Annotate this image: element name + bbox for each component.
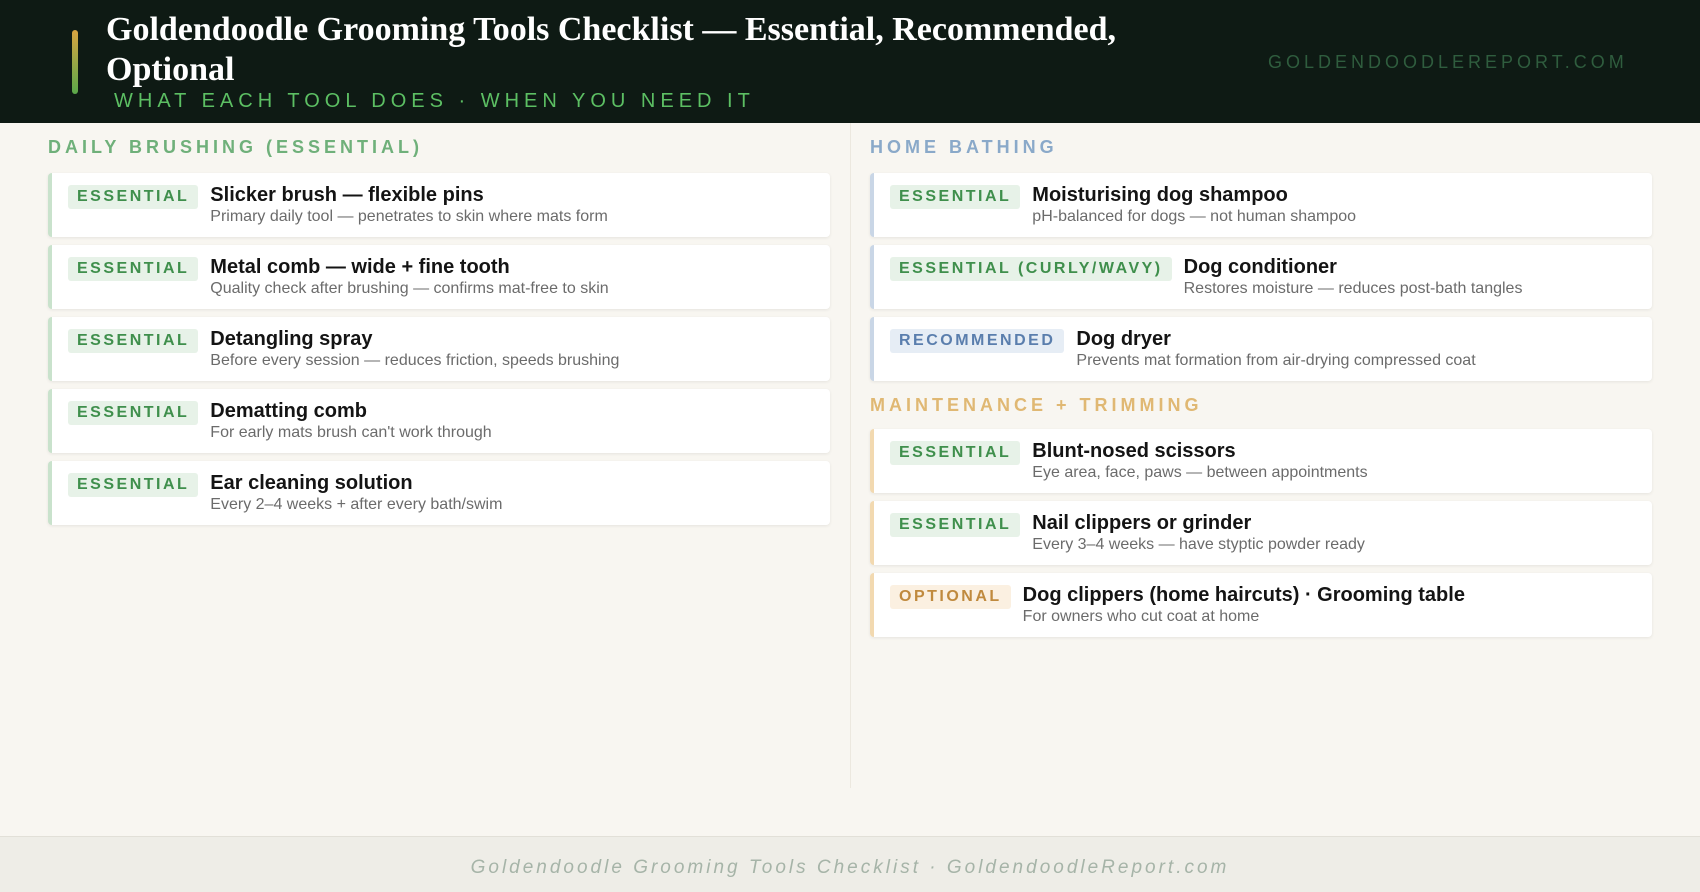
page-footer: Goldendoodle Grooming Tools Checklist · … <box>0 836 1700 892</box>
tool-description: Every 3–4 weeks — have styptic powder re… <box>1032 536 1365 553</box>
badge-essential: ESSENTIAL <box>68 473 199 497</box>
tool-name: Dog clippers (home haircuts) · Grooming … <box>1022 584 1465 606</box>
badge-essential: ESSENTIAL <box>890 185 1021 209</box>
section-title-maintenance-trimming: MAINTENANCE + TRIMMING <box>870 395 1203 415</box>
tool-name: Ear cleaning solution <box>210 472 413 494</box>
tool-description: For early mats brush can't work through <box>210 424 492 441</box>
tool-item-dog-dryer: RECOMMENDED Dog dryer Prevents mat forma… <box>870 317 1652 381</box>
page-subtitle: WHAT EACH TOOL DOES · WHEN YOU NEED IT <box>114 90 755 112</box>
section-title-daily-brushing: DAILY BRUSHING (ESSENTIAL) <box>48 137 424 157</box>
tool-description: Primary daily tool — penetrates to skin … <box>210 208 608 225</box>
tool-item-detangling-spray: ESSENTIAL Detangling spray Before every … <box>48 317 830 381</box>
tool-item-dematting-comb: ESSENTIAL Dematting comb For early mats … <box>48 389 830 453</box>
page-header: Goldendoodle Grooming Tools Checklist — … <box>0 0 1700 123</box>
tool-description: Quality check after brushing — confirms … <box>210 280 609 297</box>
tool-item-conditioner: ESSENTIAL (CURLY/WAVY) Dog conditioner R… <box>870 245 1652 309</box>
tool-name: Blunt-nosed scissors <box>1032 440 1236 462</box>
column-left: DAILY BRUSHING (ESSENTIAL) ESSENTIAL Sli… <box>48 123 830 533</box>
tool-name: Slicker brush — flexible pins <box>210 184 484 206</box>
tool-name: Detangling spray <box>210 328 373 350</box>
tool-description: Eye area, face, paws — between appointme… <box>1032 464 1368 481</box>
tool-name: Dog dryer <box>1076 328 1171 350</box>
badge-optional: OPTIONAL <box>890 585 1011 609</box>
column-right: HOME BATHING ESSENTIAL Moisturising dog … <box>870 123 1652 645</box>
badge-essential-curly-wavy: ESSENTIAL (CURLY/WAVY) <box>890 257 1172 281</box>
tool-description: pH-balanced for dogs — not human shampoo <box>1032 208 1357 225</box>
tool-description: Prevents mat formation from air-drying c… <box>1076 352 1476 369</box>
tool-item-metal-comb: ESSENTIAL Metal comb — wide + fine tooth… <box>48 245 830 309</box>
tool-name: Metal comb — wide + fine tooth <box>210 256 510 278</box>
tool-name: Dog conditioner <box>1183 256 1337 278</box>
tool-name: Dematting comb <box>210 400 367 422</box>
tool-item-ear-cleaning-solution: ESSENTIAL Ear cleaning solution Every 2–… <box>48 461 830 525</box>
badge-essential: ESSENTIAL <box>890 441 1021 465</box>
badge-essential: ESSENTIAL <box>68 257 199 281</box>
page-title: Goldendoodle Grooming Tools Checklist — … <box>106 11 1117 88</box>
tool-description: For owners who cut coat at home <box>1022 608 1260 625</box>
accent-bar <box>72 30 78 94</box>
tool-name: Moisturising dog shampoo <box>1032 184 1288 206</box>
badge-essential: ESSENTIAL <box>68 185 199 209</box>
tool-item-scissors: ESSENTIAL Blunt-nosed scissors Eye area,… <box>870 429 1652 493</box>
tool-item-shampoo: ESSENTIAL Moisturising dog shampoo pH-ba… <box>870 173 1652 237</box>
column-divider <box>850 123 851 788</box>
badge-essential: ESSENTIAL <box>68 401 199 425</box>
tool-item-slicker-brush: ESSENTIAL Slicker brush — flexible pins … <box>48 173 830 237</box>
tool-item-dog-clippers: OPTIONAL Dog clippers (home haircuts) · … <box>870 573 1652 637</box>
section-title-home-bathing: HOME BATHING <box>870 137 1058 157</box>
badge-essential: ESSENTIAL <box>890 513 1021 537</box>
badge-essential: ESSENTIAL <box>68 329 199 353</box>
tool-description: Restores moisture — reduces post-bath ta… <box>1183 280 1523 297</box>
tool-description: Before every session — reduces friction,… <box>210 352 620 369</box>
badge-recommended: RECOMMENDED <box>890 329 1065 353</box>
tool-name: Nail clippers or grinder <box>1032 512 1252 534</box>
site-name: GOLDENDOODLEREPORT.COM <box>1268 52 1628 72</box>
footer-text: Goldendoodle Grooming Tools Checklist · … <box>470 857 1230 878</box>
tool-description: Every 2–4 weeks + after every bath/swim <box>210 496 503 513</box>
tool-item-nail-clippers: ESSENTIAL Nail clippers or grinder Every… <box>870 501 1652 565</box>
